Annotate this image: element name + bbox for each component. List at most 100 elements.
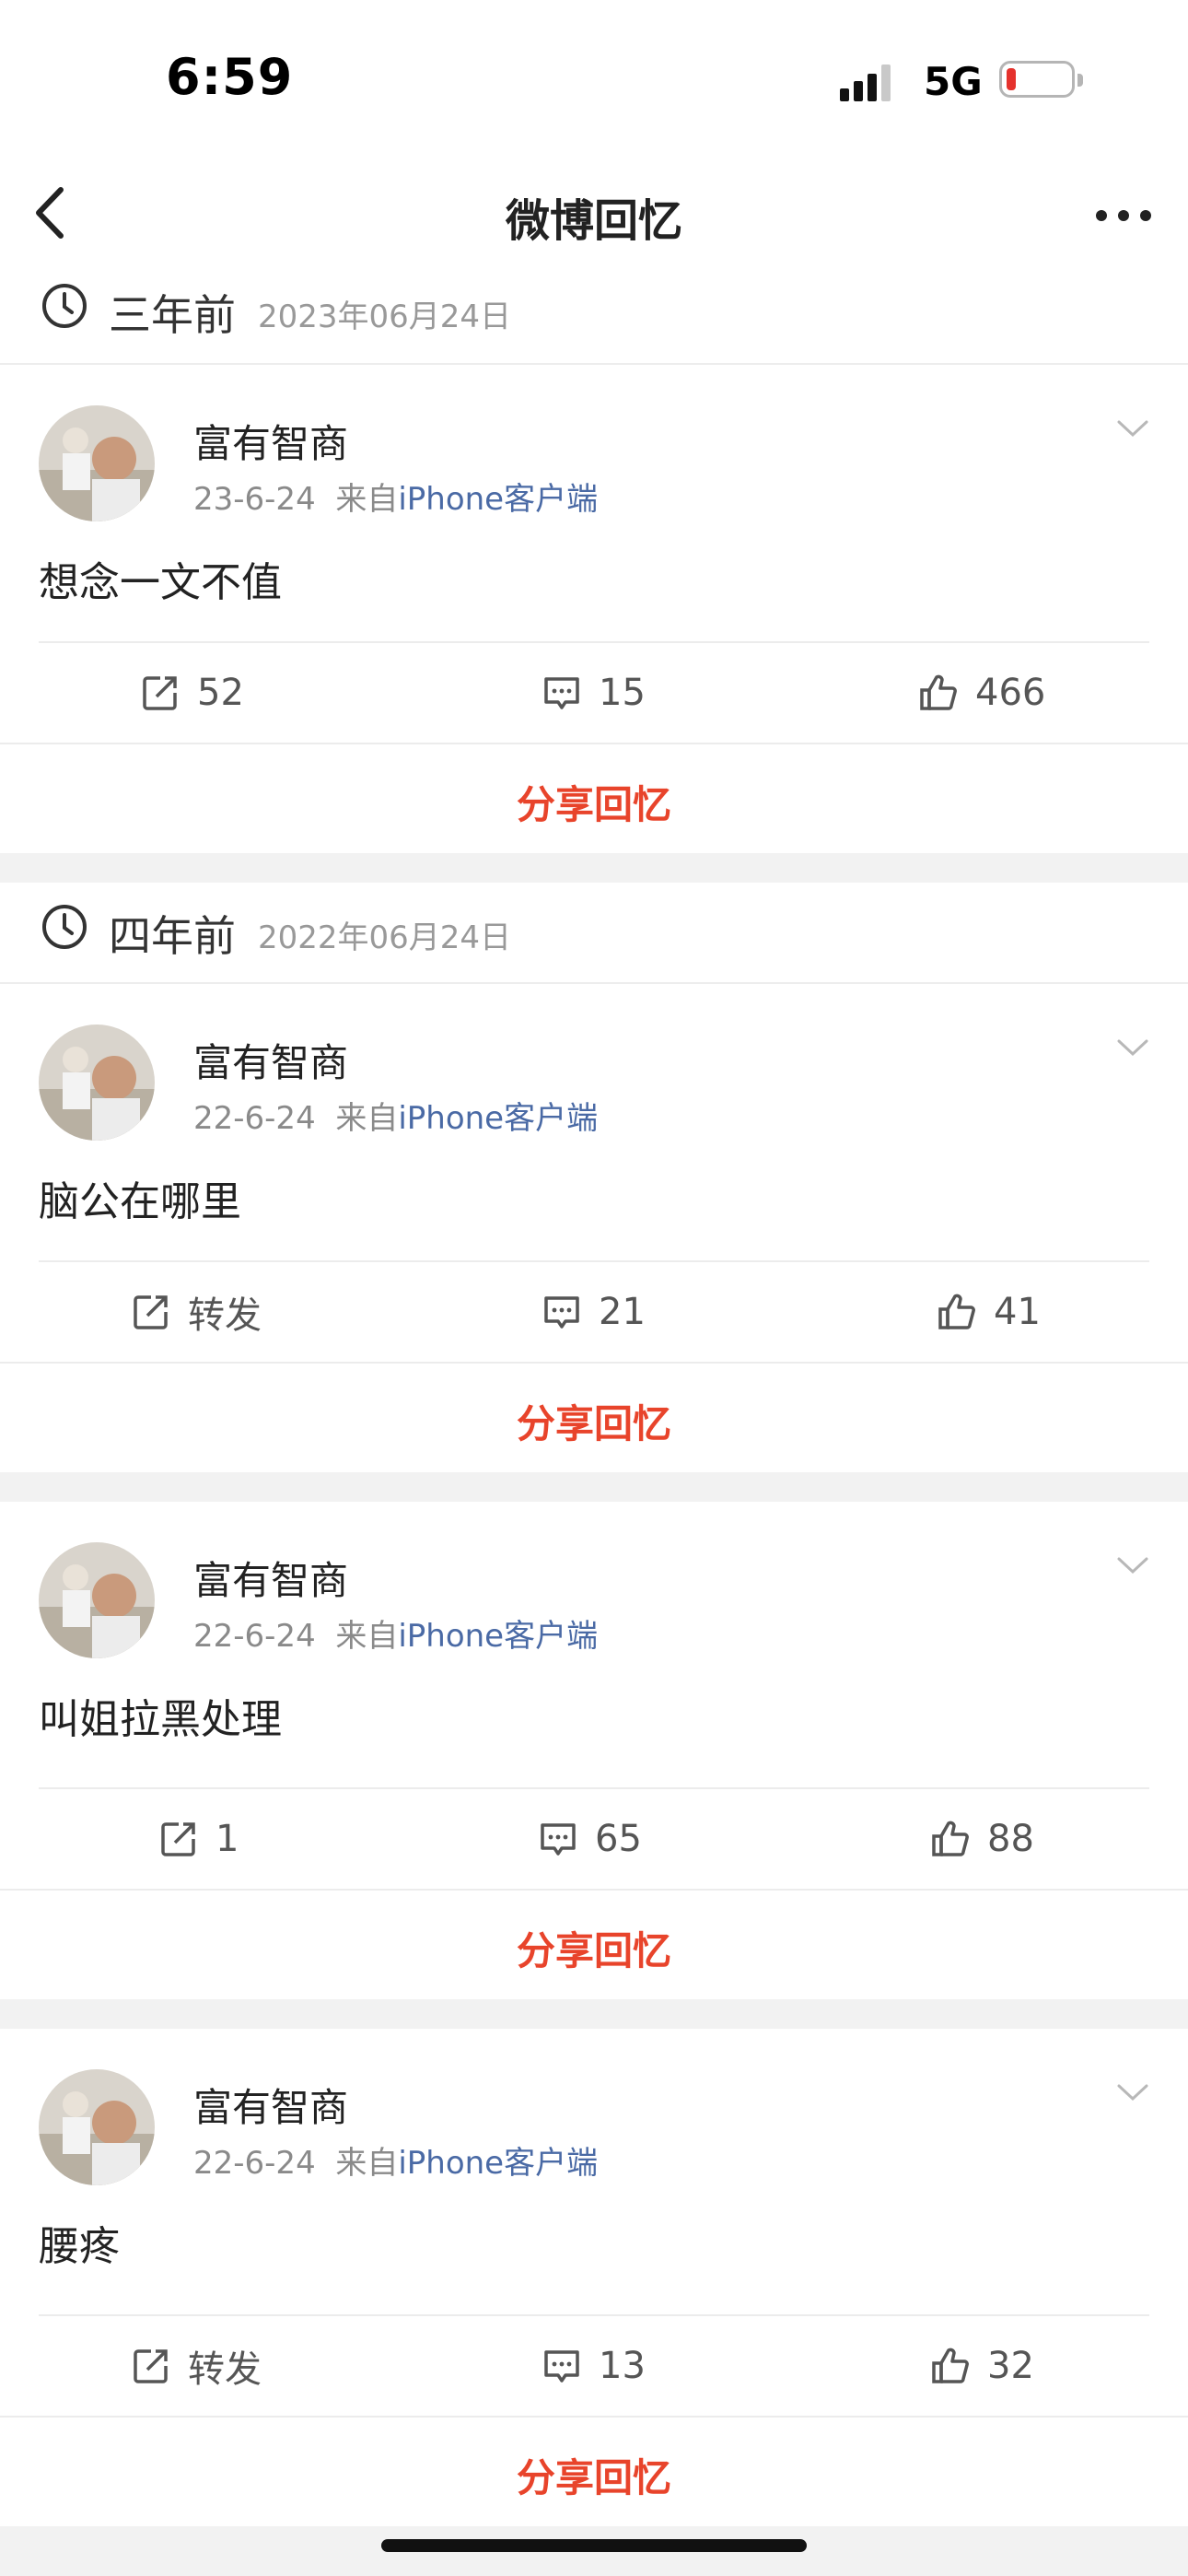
thumbs-up-icon: [932, 1821, 969, 1856]
section-ago: 四年前: [109, 911, 236, 961]
post-card: 富有智商 22-6-24 来自iPhone客户端 叫姐拉黑处理 1 65 88 …: [0, 1502, 1188, 1999]
comment-button[interactable]: 13: [542, 2316, 646, 2416]
share-memory-button[interactable]: 分享回忆: [0, 1362, 1188, 1472]
repost-button[interactable]: 52: [140, 643, 244, 743]
avatar[interactable]: [39, 2069, 155, 2185]
username[interactable]: 富有智商: [193, 1032, 348, 1088]
post-body[interactable]: 富有智商 22-6-24 来自iPhone客户端 叫姐拉黑处理: [0, 1502, 1188, 1787]
post-meta: 22-6-24 来自iPhone客户端: [193, 1093, 598, 1138]
like-count: 466: [975, 672, 1046, 714]
source-label: iPhone客户端: [398, 2145, 599, 2182]
signal-icon: [840, 63, 904, 101]
like-button[interactable]: 466: [918, 643, 1045, 743]
username[interactable]: 富有智商: [193, 2077, 348, 2133]
repost-count: 1: [215, 1818, 239, 1860]
chevron-down-icon[interactable]: [1116, 2082, 1149, 2104]
share-label: 分享回忆: [516, 1928, 671, 1973]
thumbs-up-icon: [932, 2348, 969, 2383]
nav-bar: 微博回忆: [0, 157, 1188, 271]
repost-icon: [134, 2349, 168, 2383]
post-text: 叫姐拉黑处理: [39, 1696, 282, 1743]
memory-feed: 三年前 2023年06月24日 富有智商 23-6-24 来自iPhone客户端…: [0, 262, 1188, 2526]
repost-count: 52: [197, 672, 244, 714]
repost-icon: [134, 1295, 168, 1329]
clock-icon: [42, 905, 87, 949]
post-time: 22-6-24: [193, 1618, 316, 1655]
repost-label: 转发: [188, 2348, 262, 2391]
section-date: 2023年06月24日: [258, 299, 512, 335]
action-bar: 52 15 466: [39, 641, 1149, 743]
comment-icon: [541, 1823, 576, 1856]
comment-count: 21: [599, 1291, 646, 1333]
share-label: 分享回忆: [516, 1401, 671, 1446]
home-indicator[interactable]: [381, 2539, 807, 2552]
more-dots-icon[interactable]: [1087, 192, 1160, 238]
like-button[interactable]: 41: [937, 1262, 1041, 1362]
post-text: 脑公在哪里: [39, 1178, 241, 1225]
avatar[interactable]: [39, 1025, 155, 1141]
post-text: 想念一文不值: [39, 559, 282, 606]
avatar[interactable]: [39, 1542, 155, 1658]
like-button[interactable]: 32: [930, 2316, 1034, 2416]
comment-count: 13: [599, 2345, 646, 2387]
source-label: iPhone客户端: [398, 1100, 599, 1137]
post-card: 富有智商 22-6-24 来自iPhone客户端 脑公在哪里 转发 21 41 …: [0, 984, 1188, 1472]
repost-icon: [161, 1822, 195, 1856]
comment-icon: [544, 2350, 579, 2383]
post-body[interactable]: 富有智商 22-6-24 来自iPhone客户端 腰疼: [0, 2029, 1188, 2314]
share-memory-button[interactable]: 分享回忆: [0, 743, 1188, 853]
thumbs-up-icon: [920, 674, 957, 710]
via-label: 来自: [335, 1100, 399, 1137]
via-label: 来自: [335, 1618, 399, 1655]
via-label: 来自: [335, 481, 399, 518]
username[interactable]: 富有智商: [193, 413, 348, 469]
thumbs-up-icon: [938, 1294, 975, 1329]
comment-button[interactable]: 15: [542, 643, 646, 743]
post-body[interactable]: 富有智商 23-6-24 来自iPhone客户端 想念一文不值: [0, 365, 1188, 641]
repost-button[interactable]: 转发: [131, 1262, 262, 1362]
post-time: 22-6-24: [193, 1100, 316, 1137]
chevron-down-icon[interactable]: [1116, 1555, 1149, 1577]
post-time: 23-6-24: [193, 481, 316, 518]
share-memory-button[interactable]: 分享回忆: [0, 2416, 1188, 2526]
page-title: 微博回忆: [505, 195, 682, 247]
source-label: iPhone客户端: [398, 481, 599, 518]
status-bar: 6:59 5G: [0, 0, 1188, 157]
via-label: 来自: [335, 2145, 399, 2182]
like-count: 41: [994, 1291, 1041, 1333]
chevron-down-icon[interactable]: [1116, 418, 1149, 440]
section-date: 2022年06月24日: [258, 919, 512, 956]
post-card: 富有智商 23-6-24 来自iPhone客户端 想念一文不值 52 15 46…: [0, 365, 1188, 853]
comment-count: 65: [595, 1818, 642, 1860]
repost-icon: [143, 676, 177, 710]
like-count: 88: [987, 1818, 1034, 1860]
repost-label: 转发: [188, 1294, 262, 1337]
share-memory-button[interactable]: 分享回忆: [0, 1889, 1188, 1999]
status-time: 6:59: [166, 48, 294, 106]
post-meta: 23-6-24 来自iPhone客户端: [193, 474, 598, 519]
comment-button[interactable]: 65: [538, 1789, 642, 1889]
repost-button[interactable]: 转发: [131, 2316, 262, 2416]
comment-count: 15: [599, 672, 646, 714]
battery-icon: [999, 61, 1083, 98]
comment-icon: [544, 677, 579, 709]
action-bar: 转发 21 41: [39, 1260, 1149, 1362]
comment-button[interactable]: 21: [542, 1262, 646, 1362]
repost-button[interactable]: 1: [158, 1789, 239, 1889]
comment-icon: [544, 1296, 579, 1329]
post-body[interactable]: 富有智商 22-6-24 来自iPhone客户端 脑公在哪里: [0, 984, 1188, 1260]
chevron-down-icon[interactable]: [1116, 1037, 1149, 1060]
like-count: 32: [987, 2345, 1034, 2387]
action-bar: 转发 13 32: [39, 2314, 1149, 2416]
post-card: 富有智商 22-6-24 来自iPhone客户端 腰疼 转发 13 32 分享回…: [0, 2029, 1188, 2526]
section-ago: 三年前: [109, 290, 236, 340]
post-text: 腰疼: [39, 2223, 120, 2270]
avatar[interactable]: [39, 405, 155, 521]
username[interactable]: 富有智商: [193, 1550, 348, 1606]
section-header: 三年前 2023年06月24日: [0, 262, 1188, 365]
share-label: 分享回忆: [516, 2455, 671, 2500]
share-label: 分享回忆: [516, 782, 671, 827]
like-button[interactable]: 88: [930, 1789, 1034, 1889]
section-header: 四年前 2022年06月24日: [0, 883, 1188, 984]
network-label: 5G: [924, 59, 983, 104]
